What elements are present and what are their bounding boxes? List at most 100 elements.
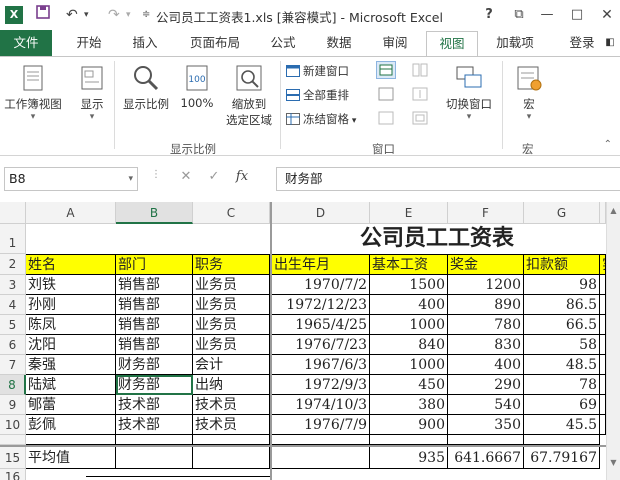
table-cell[interactable]: 财务部 <box>116 355 193 375</box>
table-cell[interactable]: 技术员 <box>193 395 270 415</box>
tab-data[interactable]: 数据 <box>318 30 360 56</box>
table-cell[interactable]: 890 <box>448 295 524 315</box>
table-cell[interactable]: 450 <box>370 375 448 395</box>
col-header-g[interactable]: G <box>524 202 600 224</box>
average-label[interactable]: 平均值 <box>26 447 116 469</box>
scroll-down-icon[interactable]: ▼ <box>607 458 620 467</box>
table-cell[interactable]: 业务员 <box>193 315 270 335</box>
table-cell[interactable]: 1200 <box>448 275 524 295</box>
table-cell[interactable] <box>524 435 600 445</box>
sheet-title[interactable]: 公司员工工资表 <box>272 224 602 254</box>
row-header[interactable] <box>0 435 26 445</box>
view-side-by-side-icon[interactable] <box>412 63 428 80</box>
table-cell[interactable]: 900 <box>370 415 448 435</box>
table-cell[interactable]: 销售部 <box>116 335 193 355</box>
average-cell[interactable] <box>272 447 370 469</box>
table-cell[interactable]: 1965/4/25 <box>272 315 370 335</box>
row-header[interactable]: 8 <box>0 375 26 395</box>
row-header[interactable]: 10 <box>0 415 26 435</box>
table-cell[interactable]: 秦强 <box>26 355 116 375</box>
table-cell[interactable] <box>26 435 116 445</box>
table-cell[interactable]: 69 <box>524 395 600 415</box>
header-cell[interactable]: 职务 <box>193 254 270 275</box>
col-header-e[interactable]: E <box>370 202 448 224</box>
zoom-button[interactable]: 显示比例 <box>118 63 174 112</box>
table-cell[interactable]: 陆斌 <box>26 375 116 395</box>
workbook-views-button[interactable]: 工作簿视图 ▾ <box>0 63 66 122</box>
row-header[interactable]: 15 <box>0 447 26 469</box>
table-cell[interactable]: 业务员 <box>193 295 270 315</box>
table-cell[interactable]: 45.5 <box>524 415 600 435</box>
average-cell[interactable]: 935 <box>370 447 448 469</box>
table-cell[interactable]: 会计 <box>193 355 270 375</box>
table-cell[interactable]: 技术部 <box>116 395 193 415</box>
table-cell[interactable]: 380 <box>370 395 448 415</box>
undo-icon[interactable]: ↶ <box>66 5 78 25</box>
row-header[interactable]: 5 <box>0 315 26 335</box>
table-cell[interactable]: 技术部 <box>116 415 193 435</box>
table-cell[interactable]: 1976/7/23 <box>272 335 370 355</box>
tab-formulas[interactable]: 公式 <box>262 30 304 56</box>
tab-page-layout[interactable]: 页面布局 <box>180 30 250 56</box>
table-cell[interactable]: 销售部 <box>116 315 193 335</box>
table-cell[interactable]: 1500 <box>370 275 448 295</box>
table-cell[interactable] <box>86 476 272 480</box>
table-cell[interactable] <box>448 435 524 445</box>
table-cell[interactable]: 86.5 <box>524 295 600 315</box>
table-cell[interactable]: 孙刚 <box>26 295 116 315</box>
row-header[interactable]: 3 <box>0 275 26 295</box>
cancel-icon[interactable]: ✕ <box>176 169 196 184</box>
table-cell[interactable]: 290 <box>448 375 524 395</box>
table-cell[interactable] <box>370 435 448 445</box>
table-cell[interactable]: 540 <box>448 395 524 415</box>
row-header[interactable]: 9 <box>0 395 26 415</box>
redo-icon[interactable]: ↷ <box>108 5 120 25</box>
zoom-100-button[interactable]: 100 100% <box>176 63 218 110</box>
row-header[interactable]: 2 <box>0 254 26 275</box>
table-cell[interactable] <box>272 435 370 445</box>
tab-file[interactable]: 文件 <box>0 30 52 56</box>
average-cell[interactable]: 641.6667 <box>448 447 524 469</box>
average-cell[interactable] <box>116 447 193 469</box>
table-cell[interactable]: 沈阳 <box>26 335 116 355</box>
table-cell[interactable]: 业务员 <box>193 275 270 295</box>
name-box-dropdown-icon[interactable]: ▾ <box>128 168 133 190</box>
maximize-button[interactable]: □ <box>568 5 586 25</box>
vertical-scrollbar[interactable]: ▲ ▼ <box>606 202 620 480</box>
macros-button[interactable]: 宏 ▾ <box>506 63 552 122</box>
table-cell[interactable] <box>116 435 193 445</box>
account-icon[interactable]: ◧ <box>602 30 618 56</box>
enter-icon[interactable]: ✓ <box>204 169 224 184</box>
show-button[interactable]: 显示 ▾ <box>72 63 112 122</box>
tab-review[interactable]: 审阅 <box>374 30 416 56</box>
name-box[interactable]: B8 ▾ <box>4 167 138 191</box>
col-header-f[interactable]: F <box>448 202 524 224</box>
table-cell[interactable]: 1000 <box>370 355 448 375</box>
table-cell[interactable]: 48.5 <box>524 355 600 375</box>
row-header[interactable]: 6 <box>0 335 26 355</box>
table-cell[interactable]: 66.5 <box>524 315 600 335</box>
average-cell[interactable] <box>193 447 270 469</box>
header-cell[interactable]: 姓名 <box>26 254 116 275</box>
scroll-up-icon[interactable]: ▲ <box>607 206 620 215</box>
synchronous-scrolling-icon[interactable] <box>412 87 428 104</box>
table-cell[interactable]: 彭佩 <box>26 415 116 435</box>
table-cell[interactable]: 1970/7/2 <box>272 275 370 295</box>
table-cell[interactable]: 830 <box>448 335 524 355</box>
switch-windows-button[interactable]: 切换窗口 ▾ <box>438 63 500 122</box>
table-cell[interactable]: 1000 <box>370 315 448 335</box>
save-icon[interactable] <box>36 5 50 25</box>
table-cell[interactable]: 780 <box>448 315 524 335</box>
table-cell[interactable]: 1976/7/9 <box>272 415 370 435</box>
table-cell[interactable]: 78 <box>524 375 600 395</box>
split-button[interactable] <box>376 61 396 79</box>
table-cell[interactable]: 1974/10/3 <box>272 395 370 415</box>
login-link[interactable]: 登录 <box>564 30 600 56</box>
tab-home[interactable]: 开始 <box>68 30 110 56</box>
table-cell[interactable]: 刘铁 <box>26 275 116 295</box>
help-button[interactable]: ? <box>480 5 498 25</box>
arrange-all-button[interactable]: 全部重排 <box>286 85 349 105</box>
tab-addins[interactable]: 加载项 <box>486 30 544 56</box>
ribbon-display-options-button[interactable]: ⧉ <box>510 5 528 25</box>
col-header-b[interactable]: B <box>116 202 193 224</box>
